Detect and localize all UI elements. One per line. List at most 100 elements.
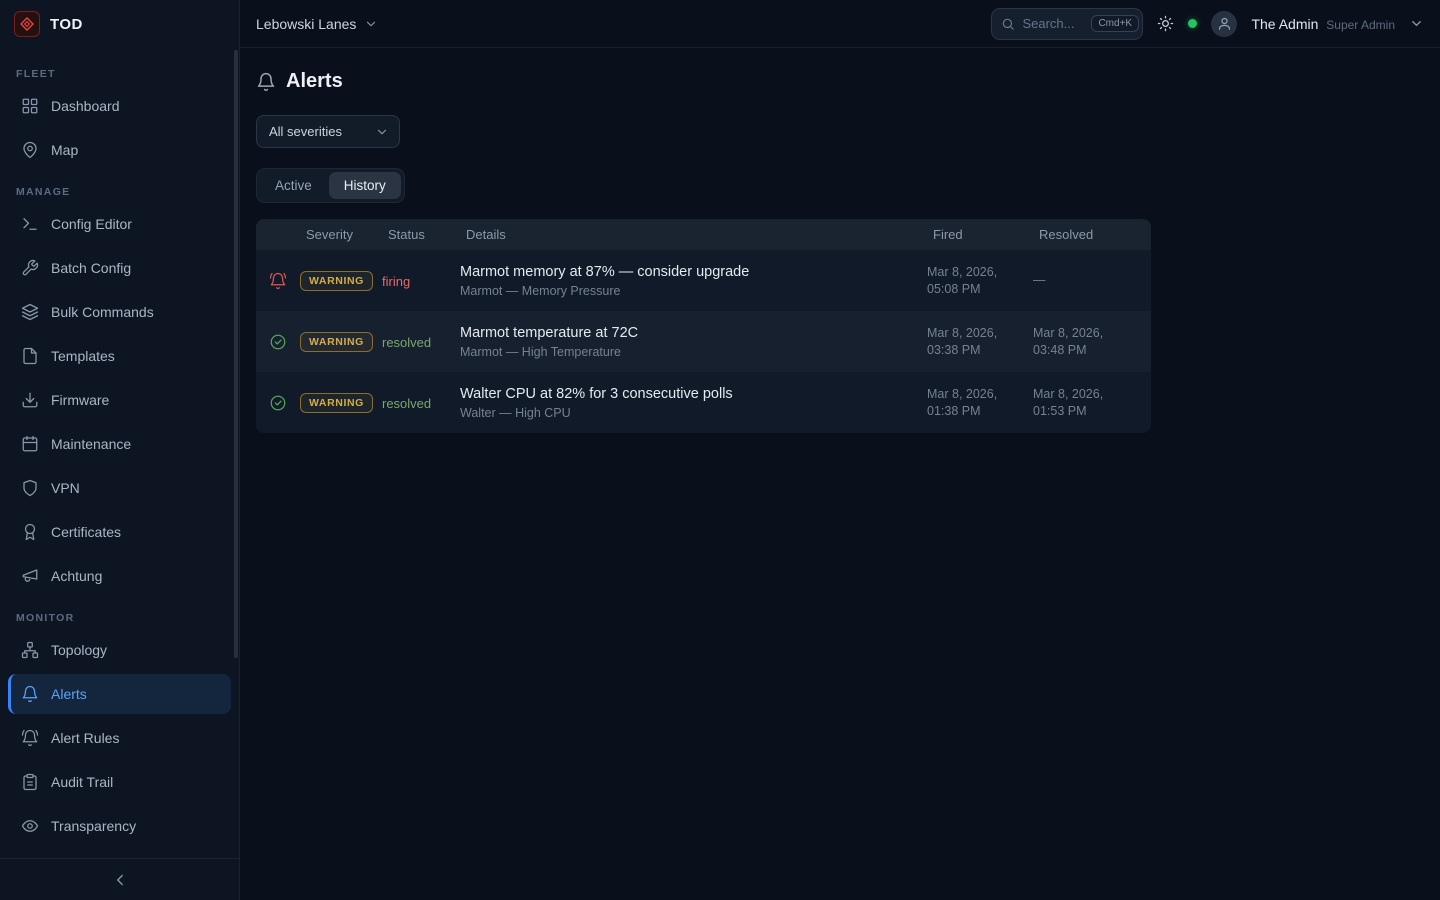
sidebar-item-alert-rules[interactable]: Alert Rules	[8, 718, 231, 758]
alert-title: Marmot temperature at 72C	[460, 325, 927, 341]
alert-subtitle: Walter — High CPU	[460, 406, 927, 420]
sidebar-item-vpn[interactable]: VPN	[8, 468, 231, 508]
fired-time: Mar 8, 2026, 03:38 PM	[927, 325, 1033, 359]
sidebar-item-map[interactable]: Map	[8, 130, 231, 170]
severity-badge: WARNING	[300, 332, 373, 352]
resolved-time: —	[1033, 272, 1151, 289]
sidebar-item-label: Bulk Commands	[51, 304, 154, 320]
column-header-severity: Severity	[300, 227, 382, 242]
search-box[interactable]: Cmd+K	[991, 8, 1143, 40]
sidebar-item-bulk-commands[interactable]: Bulk Commands	[8, 292, 231, 332]
section-label-manage: MANAGE	[8, 178, 231, 204]
fired-time: Mar 8, 2026, 05:08 PM	[927, 264, 1033, 298]
sidebar-item-certificates[interactable]: Certificates	[8, 512, 231, 552]
page-header: Alerts	[256, 70, 1424, 93]
alert-firing-bell-icon	[256, 272, 300, 290]
table-row[interactable]: WARNING resolved Walter CPU at 82% for 3…	[256, 372, 1151, 433]
sidebar-item-templates[interactable]: Templates	[8, 336, 231, 376]
sidebar-collapse-button[interactable]	[0, 858, 239, 900]
download-icon	[21, 391, 39, 409]
sidebar-item-dashboard[interactable]: Dashboard	[8, 86, 231, 126]
chevron-down-icon[interactable]	[1409, 16, 1424, 31]
column-header-fired: Fired	[927, 227, 1033, 242]
severity-badge: WARNING	[300, 271, 373, 291]
sidebar-item-label: Achtung	[51, 568, 102, 584]
check-circle-icon	[256, 333, 300, 351]
section-label-monitor: MONITOR	[8, 604, 231, 630]
bell-icon	[21, 685, 39, 703]
topbar: Lebowski Lanes Cmd+K The Admin Super Adm…	[240, 0, 1440, 48]
column-header-resolved: Resolved	[1033, 227, 1151, 242]
search-input[interactable]	[1022, 16, 1084, 31]
page-title: Alerts	[286, 70, 343, 93]
tab-history[interactable]: History	[329, 172, 401, 199]
sidebar-item-label: Dashboard	[51, 98, 120, 114]
sidebar-scrollbar[interactable]	[234, 50, 238, 658]
sidebar-item-label: Map	[51, 142, 78, 158]
sidebar-item-label: VPN	[51, 480, 80, 496]
map-pin-icon	[21, 141, 39, 159]
alert-title: Marmot memory at 87% — consider upgrade	[460, 264, 927, 280]
sidebar-item-label: Alert Rules	[51, 730, 119, 746]
sidebar: TOD FLEET Dashboard Map MANAGE Config Ed…	[0, 0, 240, 900]
severity-filter-value: All severities	[269, 124, 342, 139]
table-row[interactable]: WARNING resolved Marmot temperature at 7…	[256, 311, 1151, 372]
user-role: Super Admin	[1326, 18, 1395, 32]
status-text: firing	[382, 274, 410, 289]
section-label-fleet: FLEET	[8, 60, 231, 86]
status-text: resolved	[382, 396, 431, 411]
brand-logo-icon	[14, 11, 40, 37]
sidebar-item-audit-trail[interactable]: Audit Trail	[8, 762, 231, 802]
sidebar-item-firmware[interactable]: Firmware	[8, 380, 231, 420]
clipboard-icon	[21, 773, 39, 791]
column-header-details: Details	[460, 227, 927, 242]
chevron-left-icon	[111, 871, 129, 889]
connection-status-dot	[1188, 19, 1197, 28]
shield-icon	[21, 479, 39, 497]
alert-title: Walter CPU at 82% for 3 consecutive poll…	[460, 386, 927, 402]
sidebar-item-label: Topology	[51, 642, 107, 658]
sidebar-item-label: Firmware	[51, 392, 109, 408]
sidebar-item-config-editor[interactable]: Config Editor	[8, 204, 231, 244]
table-header-row: Severity Status Details Fired Resolved	[256, 219, 1151, 250]
topbar-right: Cmd+K The Admin Super Admin	[991, 8, 1424, 40]
column-header-status: Status	[382, 227, 460, 242]
org-name: Lebowski Lanes	[256, 16, 356, 32]
user-name: The Admin	[1251, 16, 1318, 32]
sidebar-item-achtung[interactable]: Achtung	[8, 556, 231, 596]
tab-active[interactable]: Active	[260, 172, 327, 199]
severity-badge: WARNING	[300, 393, 373, 413]
table-row[interactable]: WARNING firing Marmot memory at 87% — co…	[256, 250, 1151, 311]
terminal-icon	[21, 215, 39, 233]
theme-toggle-sun-icon[interactable]	[1157, 15, 1174, 32]
org-selector[interactable]: Lebowski Lanes	[256, 16, 378, 32]
user-menu[interactable]: The Admin Super Admin	[1251, 16, 1395, 32]
sidebar-item-batch-config[interactable]: Batch Config	[8, 248, 231, 288]
status-text: resolved	[382, 335, 431, 350]
sidebar-item-topology[interactable]: Topology	[8, 630, 231, 670]
bell-ring-icon	[21, 729, 39, 747]
bell-icon	[256, 72, 276, 92]
fired-time: Mar 8, 2026, 01:38 PM	[927, 386, 1033, 420]
brand-name: TOD	[50, 16, 83, 33]
sidebar-item-label: Alerts	[51, 686, 87, 702]
brand: TOD	[0, 0, 239, 48]
file-icon	[21, 347, 39, 365]
avatar[interactable]	[1211, 11, 1237, 37]
sidebar-item-transparency[interactable]: Transparency	[8, 806, 231, 846]
alerts-table: Severity Status Details Fired Resolved W…	[256, 219, 1151, 433]
sidebar-item-label: Maintenance	[51, 436, 131, 452]
check-circle-icon	[256, 394, 300, 412]
layers-icon	[21, 303, 39, 321]
severity-filter-select[interactable]: All severities	[256, 115, 400, 148]
alert-subtitle: Marmot — High Temperature	[460, 345, 927, 359]
sidebar-item-label: Certificates	[51, 524, 121, 540]
sidebar-item-label: Transparency	[51, 818, 136, 834]
sidebar-item-maintenance[interactable]: Maintenance	[8, 424, 231, 464]
megaphone-icon	[21, 567, 39, 585]
sidebar-item-alerts[interactable]: Alerts	[8, 674, 231, 714]
network-icon	[21, 641, 39, 659]
dashboard-icon	[21, 97, 39, 115]
search-shortcut-badge: Cmd+K	[1091, 15, 1139, 32]
resolved-time: Mar 8, 2026, 01:53 PM	[1033, 386, 1151, 420]
